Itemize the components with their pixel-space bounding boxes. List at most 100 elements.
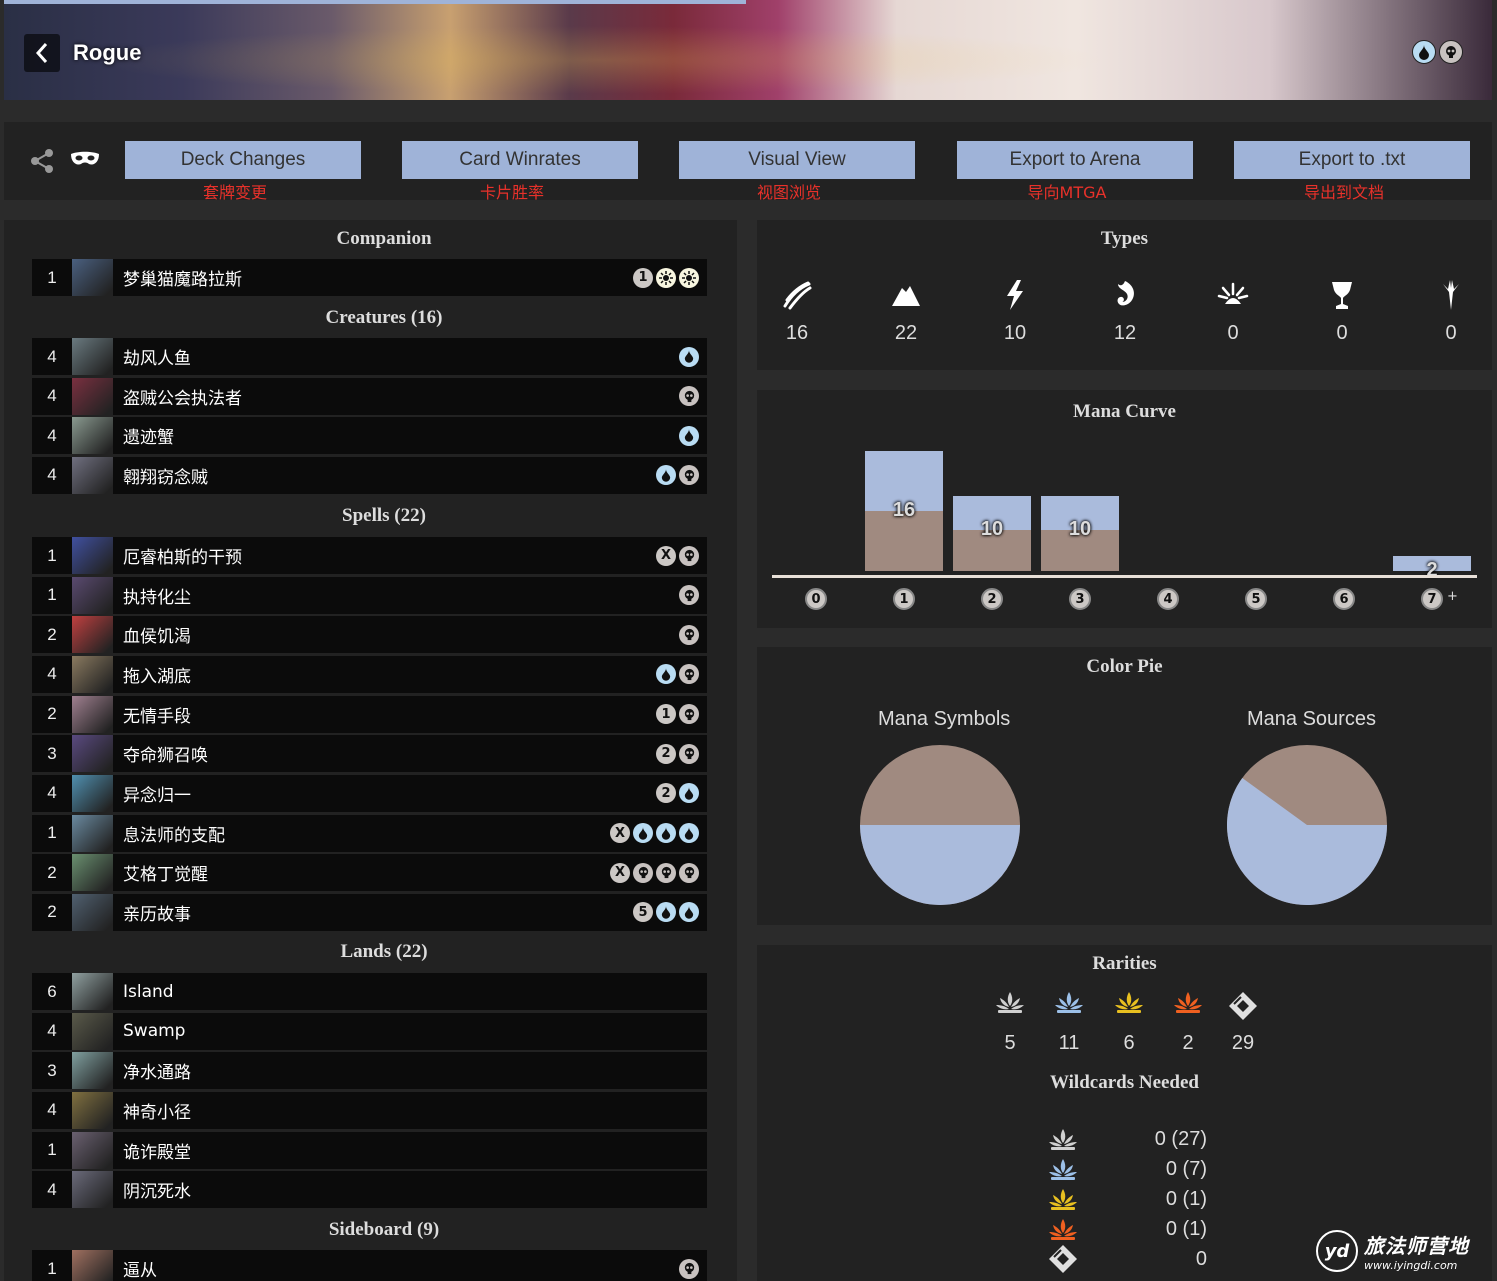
card-count: 2 [47,862,57,882]
curve-bar-cmc-1: 16 [865,451,943,571]
creatures-section-title: Creatures (16) [325,307,443,328]
black-mana-icon [679,704,699,725]
card-art-thumbnail [72,259,113,296]
wildcard-row: 0 (7) [1047,1155,1207,1183]
card-name: 梦巢猫魔路拉斯 [123,270,242,290]
card-row[interactable]: 4 拖入湖底 [32,655,707,693]
curve-bar-cmc-2: 10 [953,496,1031,571]
color-pie-title: Color Pie [1086,656,1163,677]
card-art-thumbnail [72,1131,113,1169]
deck-header-banner [4,0,1492,100]
back-button[interactable] [24,34,60,72]
toolbar-caption-1: 卡片胜率 [479,183,544,202]
enchantment-icon [1203,280,1263,312]
card-row[interactable]: 4 劫风人鱼 [32,338,707,375]
card-row[interactable]: 4 遗迹蟹 [32,417,707,455]
card-row[interactable]: 3 净水通路 [32,1052,707,1090]
pie-slice-blue [860,825,1020,905]
card-art-thumbnail [72,616,113,654]
generic-mana-icon: 2 [656,743,676,764]
card-row[interactable]: 1 梦巢猫魔路拉斯 1 [32,259,707,296]
card-name: 血侯饥渴 [123,627,191,648]
rare-icon [1047,1187,1079,1211]
rarity-count: 11 [1058,1032,1080,1054]
toolbar-button-4[interactable]: Export to .txt [1234,141,1470,179]
share-icon [31,149,53,173]
card-count: 1 [47,823,57,843]
card-name: 阴沉死水 [123,1182,191,1203]
card-row[interactable]: 2 血侯饥渴 [32,616,707,654]
curve-bar-value: 10 [980,518,1004,540]
mana-cost: X [656,545,699,566]
curve-bar-value: 2 [1426,559,1438,581]
card-row[interactable]: 1 厄睿柏斯的干预 X [32,537,707,574]
toolbar-button-0[interactable]: Deck Changes [125,141,361,179]
mana-sources-pie [1227,745,1387,905]
curve-bar-cmc-7: 2 [1393,556,1471,581]
sorcery-icon [1095,280,1155,312]
card-row[interactable]: 4 异念归一 2 [32,774,707,812]
mana-cost [679,425,699,446]
card-row[interactable]: 4 盗贼公会执法者 [32,377,707,415]
card-count: 6 [47,981,57,1001]
card-art-thumbnail [72,1091,113,1129]
card-count: 4 [47,1100,57,1120]
card-row[interactable]: 4 翱翔窃念贼 [32,456,707,494]
card-name: 亲历故事 [123,904,191,925]
mana-curve-panel: Mana Curve 0 1 2 3 4 5 6 7 16 10 10 2 + [757,390,1492,628]
card-row[interactable]: 2 无情手段 1 [32,695,707,733]
hide-deck-button[interactable] [70,150,100,174]
toolbar-button-3[interactable]: Export to Arena [957,141,1193,179]
blue-mana-icon [679,902,699,923]
black-mana-icon [679,545,699,566]
card-row[interactable]: 4 阴沉死水 [32,1171,707,1209]
card-name: 夺命狮召唤 [123,746,208,767]
card-row[interactable]: 4 Swamp [32,1012,707,1050]
rarity-count: 29 [1231,1032,1255,1054]
card-row[interactable]: 1 逼从 [32,1250,707,1281]
x-mana-icon: X [610,862,630,883]
wildcards-title: Wildcards Needed [1049,1072,1199,1093]
card-row[interactable]: 1 息法师的支配 X [32,814,707,852]
spells-section-title: Spells (22) [342,505,426,526]
deck-list-panel: Companion 1 梦巢猫魔路拉斯 1 Creatures (16) 4 劫风人鱼 4 盗贼… [4,220,737,1281]
card-name: 劫风人鱼 [123,349,191,369]
card-name: 厄睿柏斯的干预 [123,548,242,568]
share-button[interactable] [30,148,54,178]
rarity-uncommon: 11 [1049,990,1089,1055]
toolbar-button-2[interactable]: Visual View [679,141,915,179]
cmc-plus-label: + [1447,589,1458,604]
card-row[interactable]: 6 Island [32,973,707,1010]
toolbar: Deck Changes 套牌变更 Card Winrates 卡片胜率 Visual … [4,122,1492,202]
card-row[interactable]: 1 执持化尘 [32,576,707,614]
toolbar-caption-4: 导出到文档 [1303,183,1384,202]
rarity-common: 5 [990,990,1030,1055]
card-art-thumbnail [72,417,113,455]
uncommon-icon [1049,990,1089,1024]
card-row[interactable]: 1 诡诈殿堂 [32,1131,707,1169]
card-row[interactable]: 4 神奇小径 [32,1091,707,1129]
card-art-thumbnail [72,655,113,693]
card-art-thumbnail [72,1012,113,1050]
mana-symbols-pie [860,745,1020,905]
mana-cost [656,664,699,685]
black-mana-icon [679,1258,699,1279]
token-icon [1047,1243,1079,1275]
mythic-icon [1047,1217,1079,1241]
uncommon-icon [1047,1157,1079,1181]
card-row[interactable]: 3 夺命狮召唤 2 [32,735,707,773]
card-row[interactable]: 2 艾格丁觉醒 X [32,854,707,892]
common-icon [1047,1127,1079,1151]
chevron-left-icon [35,43,48,63]
generic-mana-icon: 2 [656,783,676,804]
curve-bar-value: 10 [1068,518,1092,540]
card-count: 3 [47,743,57,763]
toolbar-button-1[interactable]: Card Winrates [402,141,638,179]
generic-mana-icon: 5 [633,902,653,923]
black-mana-icon [679,624,699,645]
sideboard-section-title: Sideboard (9) [328,1219,440,1240]
rarity-count: 6 [1123,1032,1135,1054]
mana-cost: X [610,823,699,844]
watermark-name: 旅法师营地 [1364,1234,1469,1258]
card-row[interactable]: 2 亲历故事 5 [32,893,707,931]
